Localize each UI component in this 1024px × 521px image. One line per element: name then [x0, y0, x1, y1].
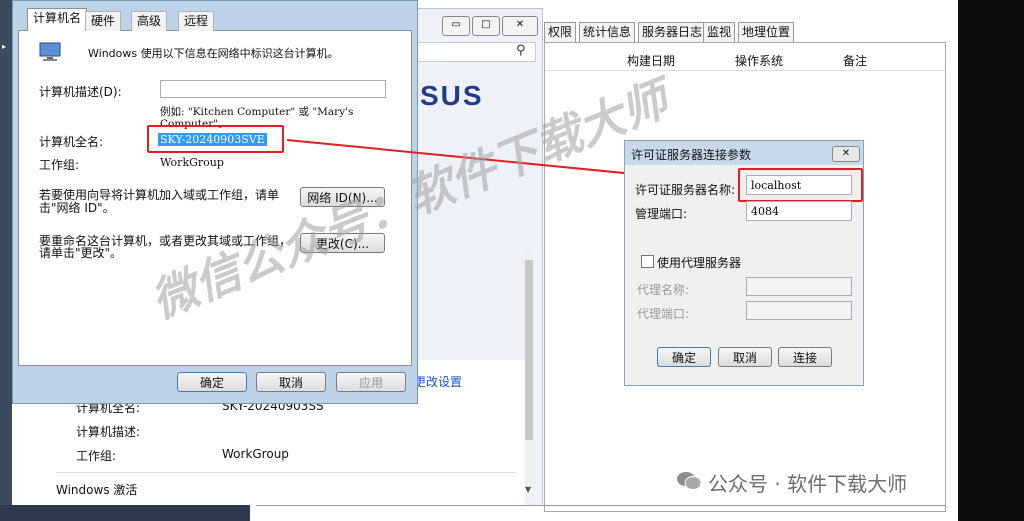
- proxy-name-label: 代理名称:: [637, 283, 690, 297]
- proxy-name-input[interactable]: [746, 277, 852, 296]
- annotation-arrow: [286, 139, 738, 190]
- server-highlight-box: [738, 168, 863, 202]
- license-dialog-title: 许可证服务器连接参数: [631, 148, 752, 162]
- proxy-port-input[interactable]: [746, 301, 852, 320]
- port-label: 管理端口:: [635, 207, 688, 221]
- license-close-icon[interactable]: ✕: [832, 146, 860, 162]
- license-cancel-button[interactable]: 取消: [718, 347, 772, 367]
- proxy-checkbox-label[interactable]: 使用代理服务器: [657, 254, 741, 271]
- port-input[interactable]: [746, 201, 852, 221]
- license-ok-button[interactable]: 确定: [657, 347, 711, 367]
- footer-watermark: 公众号 · 软件下载大师: [708, 472, 908, 496]
- license-connect-button[interactable]: 连接: [778, 347, 832, 367]
- proxy-port-label: 代理端口:: [637, 307, 690, 321]
- wechat-icon: [676, 470, 702, 492]
- proxy-checkbox[interactable]: [641, 255, 654, 268]
- license-server-label: 许可证服务器名称:: [635, 183, 736, 197]
